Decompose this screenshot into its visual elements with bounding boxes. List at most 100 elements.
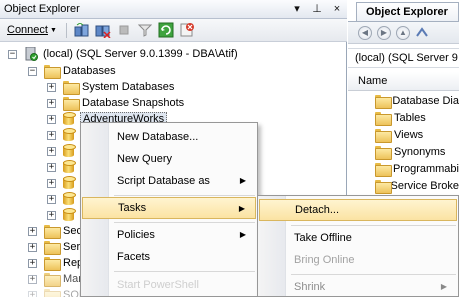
tree-node-server-objects[interactable]: + Serv [28, 239, 86, 255]
menu-item-new-query[interactable]: New Query [82, 148, 256, 170]
menu-item-new-database[interactable]: New Database... [82, 126, 256, 148]
menu-item-label: New Database... [117, 131, 199, 143]
expand-icon[interactable]: + [47, 146, 56, 156]
menu-item-label: Policies [117, 229, 155, 241]
column-header-name[interactable]: Name [348, 72, 459, 91]
folder-icon [375, 146, 392, 160]
collapse-icon[interactable]: − [8, 49, 17, 59]
menu-separator [114, 271, 255, 272]
menu-separator [114, 195, 255, 196]
tree-node-database[interactable]: + [47, 127, 80, 143]
submenu-arrow-icon: ▶ [440, 282, 447, 291]
tab-object-explorer-details[interactable]: Object Explorer [356, 2, 459, 21]
expand-icon[interactable]: + [28, 226, 37, 236]
folder-icon [375, 129, 392, 143]
disconnect-server-icon[interactable] [94, 22, 112, 39]
details-path: (local) (SQL Server 9 [348, 48, 459, 68]
list-item[interactable]: Programmabi [375, 161, 459, 177]
tasks-submenu: Detach... Take Offline Bring Online Shri… [257, 195, 459, 297]
menu-item-shrink[interactable]: Shrink ▶ [259, 276, 457, 297]
tree-node-server[interactable]: − (local) (SQL Server 9.0.1399 - DBA\Ati… [8, 46, 238, 62]
system-databases-label: System Databases [82, 81, 175, 93]
list-item[interactable]: Database Dia [375, 93, 459, 109]
tree-node-database[interactable]: + [47, 175, 80, 191]
menu-separator [291, 225, 456, 226]
folder-icon [63, 97, 80, 111]
list-item-label: Database Dia [392, 95, 459, 107]
close-icon[interactable]: × [331, 2, 343, 16]
connect-button[interactable]: Connect ▼ [4, 21, 60, 39]
folder-icon [44, 273, 61, 287]
menu-item-detach[interactable]: Detach... [259, 199, 457, 221]
list-item[interactable]: Tables [375, 110, 459, 126]
list-item-label: Views [394, 129, 424, 141]
list-item-label: Synonyms [394, 146, 446, 158]
menu-item-label: Detach... [295, 204, 340, 216]
folder-icon [44, 241, 61, 255]
tree-node-management[interactable]: + Man [28, 271, 84, 287]
forward-icon[interactable]: ▶ [377, 25, 391, 40]
expand-icon[interactable]: + [47, 130, 56, 140]
expand-icon[interactable]: + [28, 242, 37, 252]
list-item[interactable]: Synonyms [375, 144, 459, 160]
expand-icon[interactable]: + [47, 82, 56, 92]
menu-item-policies[interactable]: Policies ▶ [82, 224, 256, 246]
tree-node-system-databases[interactable]: + System Databases [47, 79, 174, 95]
database-icon [63, 176, 76, 190]
filter-icon[interactable] [136, 22, 154, 39]
submenu-arrow-icon: ▶ [239, 176, 246, 185]
expand-icon[interactable]: + [28, 290, 37, 297]
menu-item-tasks[interactable]: Tasks ▶ [82, 197, 256, 219]
menu-item-bring-online[interactable]: Bring Online [259, 249, 457, 271]
refresh-icon[interactable] [157, 22, 175, 39]
menu-item-label: Bring Online [294, 254, 355, 266]
submenu-arrow-icon: ▶ [239, 230, 246, 239]
menu-item-script-database-as[interactable]: Script Database as ▶ [82, 170, 256, 192]
menu-item-start-powershell[interactable]: Start PowerShell [82, 274, 256, 296]
tree-node-sql-agent[interactable]: + SQL [28, 287, 85, 297]
expand-icon[interactable]: + [47, 162, 56, 172]
menu-separator [291, 274, 456, 275]
object-explorer-title-bar: Object Explorer ▾ ⊥ × [0, 0, 347, 19]
list-item[interactable]: Service Broke [375, 178, 459, 194]
expand-icon[interactable]: + [47, 178, 56, 188]
tree-node-database[interactable]: + [47, 143, 80, 159]
database-icon [63, 192, 76, 206]
pin-icon[interactable]: ⊥ [311, 2, 323, 16]
toolbar-separator [65, 22, 67, 38]
pane-title: Object Explorer [4, 3, 80, 15]
object-explorer-toolbar: Connect ▼ [0, 19, 347, 42]
database-icon [63, 144, 76, 158]
expand-icon[interactable]: + [47, 98, 56, 108]
expand-icon[interactable]: + [47, 194, 56, 204]
folder-icon [44, 65, 61, 79]
expand-icon[interactable]: + [47, 210, 56, 220]
expand-icon[interactable]: + [47, 114, 56, 124]
list-item-label: Tables [394, 112, 426, 124]
list-item[interactable]: Views [375, 127, 459, 143]
window-position-icon[interactable]: ▾ [291, 2, 303, 16]
collapse-icon[interactable]: − [28, 66, 37, 76]
tree-node-databases[interactable]: − Databases [28, 63, 116, 79]
back-icon[interactable]: ◀ [358, 25, 372, 40]
menu-item-take-offline[interactable]: Take Offline [259, 227, 457, 249]
tree-node-database[interactable]: + [47, 191, 80, 207]
folder-icon [44, 257, 61, 271]
up-icon[interactable]: ▲ [396, 25, 410, 40]
connect-server-icon[interactable] [73, 22, 91, 39]
tree-node-database-snapshots[interactable]: + Database Snapshots [47, 95, 184, 111]
tree-node-replication[interactable]: + Rep [28, 255, 83, 271]
submenu-arrow-icon: ▶ [238, 204, 245, 213]
tree-node-database[interactable]: + [47, 207, 80, 223]
sync-icon[interactable] [415, 26, 429, 40]
expand-icon[interactable]: + [28, 274, 37, 284]
folder-icon [375, 95, 393, 109]
tree-node-security[interactable]: + Sec [28, 223, 82, 239]
database-context-menu: New Database... New Query Script Databas… [80, 122, 258, 297]
menu-item-facets[interactable]: Facets [82, 246, 256, 268]
chevron-down-icon: ▼ [49, 26, 57, 34]
stop-icon[interactable] [115, 22, 133, 39]
tree-node-database[interactable]: + [47, 159, 80, 175]
remove-filter-icon[interactable] [178, 22, 196, 39]
expand-icon[interactable]: + [28, 258, 37, 268]
